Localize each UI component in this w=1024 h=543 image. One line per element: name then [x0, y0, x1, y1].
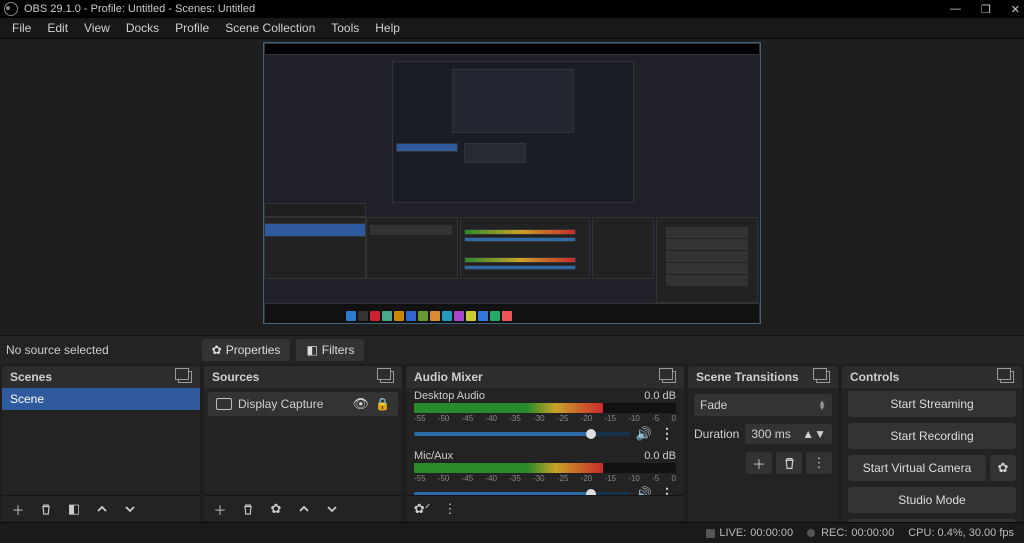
controls-panel: Controls Start Streaming Start Recording… [842, 366, 1022, 522]
duration-input[interactable]: 300 ms ▲▼ [745, 424, 832, 444]
start-streaming-button[interactable]: Start Streaming [848, 391, 1016, 417]
popout-icon[interactable] [380, 371, 394, 383]
live-status: LIVE: 00:00:00 [706, 527, 793, 539]
sources-title: Sources [212, 370, 259, 384]
start-virtual-camera-button[interactable]: Start Virtual Camera [848, 455, 986, 481]
updown-icon[interactable]: ▲▼ [802, 427, 826, 441]
maximize-button[interactable]: ❐ [981, 3, 991, 16]
mixer-advanced-button[interactable]: ✿ᐟ [410, 499, 434, 519]
preview-area [0, 39, 1024, 335]
cpu-status: CPU: 0.4%, 30.00 fps [908, 527, 1014, 539]
status-bar: LIVE: 00:00:00 REC: 00:00:00 CPU: 0.4%, … [0, 522, 1024, 543]
properties-button[interactable]: ✿Properties [202, 339, 291, 361]
speaker-icon[interactable]: 🔊 [636, 426, 652, 442]
menu-help[interactable]: Help [367, 19, 408, 37]
popout-icon[interactable] [1000, 371, 1014, 383]
popout-icon[interactable] [178, 371, 192, 383]
add-scene-button[interactable]: ＋ [6, 499, 30, 519]
transitions-panel: Scene Transitions Fade ▲▼ Duration 300 m… [688, 366, 838, 522]
volume-slider[interactable] [414, 432, 630, 436]
mixer-track: Desktop Audio 0.0 dB -55-50-45-40-35-30-25… [406, 388, 684, 448]
lock-toggle[interactable]: 🔒 [375, 397, 390, 411]
menu-tools[interactable]: Tools [323, 19, 367, 37]
scene-down-button[interactable] [118, 499, 142, 519]
scene-filter-button[interactable]: ◧ [62, 499, 86, 519]
track-name: Desktop Audio [414, 390, 485, 402]
remove-source-button[interactable] [236, 499, 260, 519]
transition-menu-button[interactable]: ⋮ [806, 452, 832, 474]
transitions-title: Scene Transitions [696, 370, 799, 384]
sources-panel: Sources Display Capture 👁 🔒 ＋ ✿ [204, 366, 402, 522]
minimize-button[interactable]: — [950, 3, 961, 16]
menu-docks[interactable]: Docks [118, 19, 167, 37]
rec-status: REC: 00:00:00 [807, 527, 894, 539]
updown-icon[interactable]: ▲▼ [818, 400, 826, 410]
add-transition-button[interactable]: ＋ [746, 452, 772, 474]
popout-icon[interactable] [816, 371, 830, 383]
audio-mixer-panel: Audio Mixer Desktop Audio 0.0 dB -55-50-45… [406, 366, 684, 522]
preview-canvas[interactable] [263, 42, 761, 324]
filters-button[interactable]: ◧Filters [296, 339, 364, 361]
transition-select[interactable]: Fade ▲▼ [694, 394, 832, 416]
gear-icon: ✿ [212, 343, 222, 357]
audio-meter [414, 403, 676, 413]
mixer-title: Audio Mixer [414, 370, 483, 384]
title-bar: OBS 29.1.0 - Profile: Untitled - Scenes:… [0, 0, 1024, 18]
menu-scene-collection[interactable]: Scene Collection [217, 19, 323, 37]
live-icon [706, 529, 715, 538]
source-item[interactable]: Display Capture 👁 🔒 [208, 392, 398, 416]
rec-icon [807, 529, 815, 537]
duration-value: 300 ms [751, 427, 790, 441]
meter-ticks: -55-50-45-40-35-30-25-20-15-10-50 [414, 474, 676, 483]
popout-icon[interactable] [662, 371, 676, 383]
scenes-panel: Scenes Scene ＋ ◧ [2, 366, 200, 522]
start-recording-button[interactable]: Start Recording [848, 423, 1016, 449]
virtual-camera-settings-button[interactable]: ✿ [990, 455, 1016, 481]
mixer-track: Mic/Aux 0.0 dB -55-50-45-40-35-30-25-20-15… [406, 448, 684, 495]
no-source-label: No source selected [6, 343, 109, 357]
menu-view[interactable]: View [76, 19, 118, 37]
close-button[interactable]: ✕ [1011, 3, 1020, 16]
volume-slider[interactable] [414, 492, 630, 496]
controls-title: Controls [850, 370, 899, 384]
track-menu-button[interactable]: ⋮ [658, 485, 676, 495]
meter-ticks: -55-50-45-40-35-30-25-20-15-10-50 [414, 414, 676, 423]
visibility-toggle[interactable]: 👁 [353, 396, 370, 412]
remove-scene-button[interactable] [34, 499, 58, 519]
source-up-button[interactable] [292, 499, 316, 519]
track-name: Mic/Aux [414, 450, 453, 462]
menu-profile[interactable]: Profile [167, 19, 217, 37]
speaker-icon[interactable]: 🔊 [636, 486, 652, 496]
app-icon [4, 2, 18, 16]
scene-up-button[interactable] [90, 499, 114, 519]
add-source-button[interactable]: ＋ [208, 499, 232, 519]
mixer-menu-button[interactable]: ⋮ [438, 499, 462, 519]
track-menu-button[interactable]: ⋮ [658, 425, 676, 442]
menu-edit[interactable]: Edit [39, 19, 76, 37]
audio-meter [414, 463, 676, 473]
source-toolbar: No source selected ✿Properties ◧Filters [0, 335, 1024, 364]
studio-mode-button[interactable]: Studio Mode [848, 487, 1016, 513]
menu-bar: File Edit View Docks Profile Scene Colle… [0, 18, 1024, 39]
scene-item[interactable]: Scene [2, 388, 200, 410]
track-db: 0.0 dB [644, 390, 676, 402]
scenes-title: Scenes [10, 370, 52, 384]
remove-transition-button[interactable] [776, 452, 802, 474]
window-title: OBS 29.1.0 - Profile: Untitled - Scenes:… [24, 3, 255, 15]
duration-label: Duration [694, 427, 739, 441]
filter-icon: ◧ [306, 343, 317, 357]
source-down-button[interactable] [320, 499, 344, 519]
source-item-label: Display Capture [238, 397, 323, 411]
source-settings-button[interactable]: ✿ [264, 499, 288, 519]
menu-file[interactable]: File [4, 19, 39, 37]
display-icon [216, 398, 232, 410]
track-db: 0.0 dB [644, 450, 676, 462]
transition-value: Fade [700, 398, 727, 412]
